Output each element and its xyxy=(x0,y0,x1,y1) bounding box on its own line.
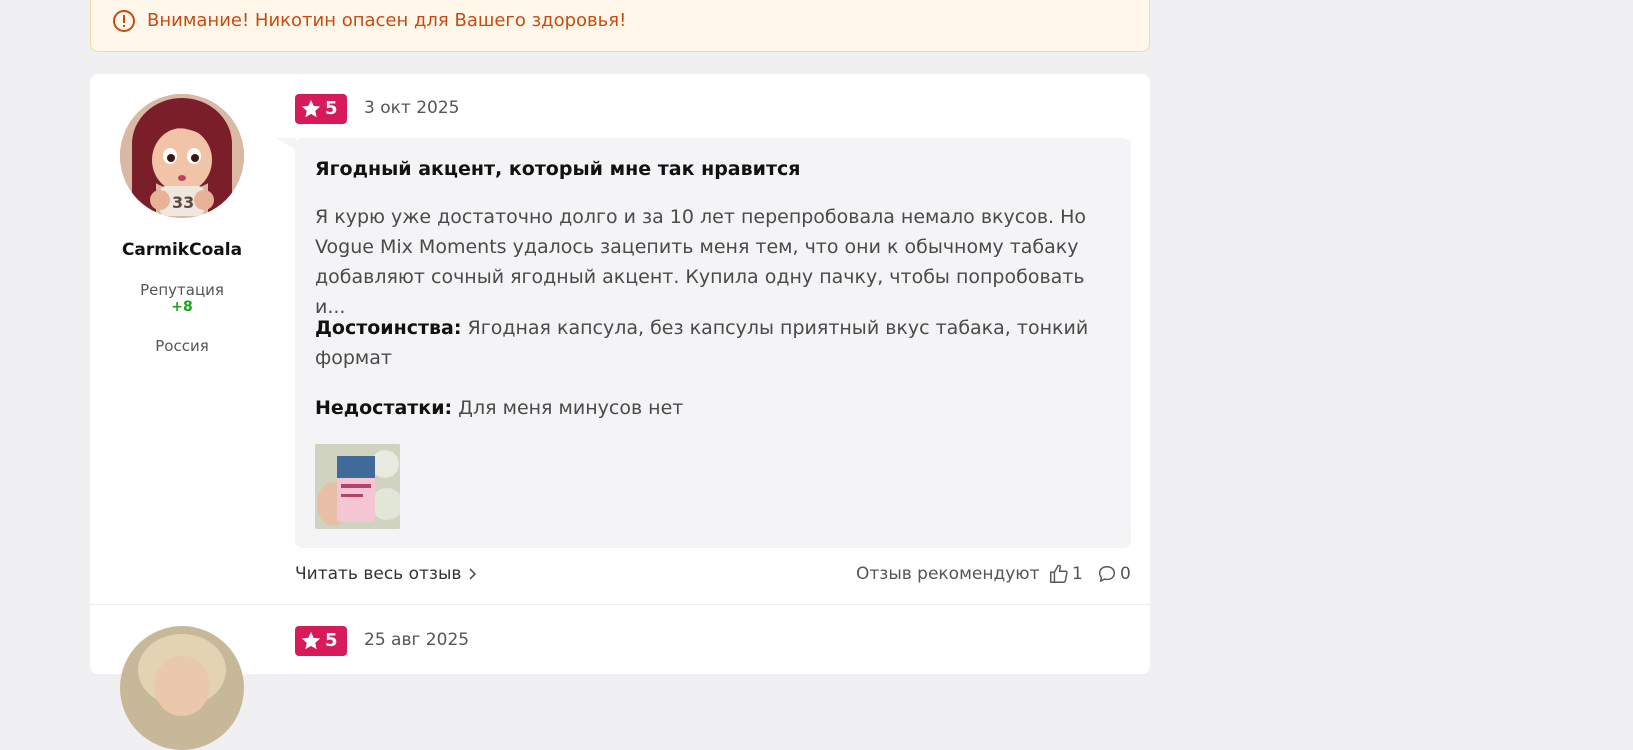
thumbs-up-icon[interactable] xyxy=(1048,563,1070,585)
pros-label: Достоинства: xyxy=(315,317,462,339)
review-pros: Достоинства: Ягодная капсула, без капсул… xyxy=(315,313,1105,373)
rating-badge: 5 xyxy=(295,626,347,656)
author-name[interactable]: CarmikCoala xyxy=(90,240,274,260)
author-country: Россия xyxy=(155,337,209,355)
review-date: 3 окт 2025 xyxy=(364,98,460,118)
read-full-review-link[interactable]: Читать весь отзыв xyxy=(295,564,477,584)
review-date: 25 авг 2025 xyxy=(364,630,470,650)
review-card: 33 CarmikCoala Репутация +8 Россия 5 3 о… xyxy=(90,74,1150,750)
review-title[interactable]: Ягодный акцент, который мне так нравится xyxy=(315,158,800,180)
comment-icon[interactable] xyxy=(1097,563,1117,585)
read-more-label: Читать весь отзыв xyxy=(295,564,462,584)
rating-value: 5 xyxy=(325,98,338,119)
rating-value: 5 xyxy=(325,630,338,651)
cons-label: Недостатки: xyxy=(315,397,453,419)
review-divider xyxy=(90,604,1150,605)
review-text: Я курю уже достаточно долго и за 10 лет … xyxy=(315,206,1087,318)
likes-count: 1 xyxy=(1072,564,1083,584)
review-photo-thumbnail[interactable] xyxy=(315,444,400,529)
recommend-label: Отзыв рекомендуют xyxy=(856,564,1040,584)
health-warning-banner: Внимание! Никотин опасен для Вашего здор… xyxy=(90,0,1150,52)
svg-text:33: 33 xyxy=(172,193,194,212)
bubble-tail xyxy=(276,138,296,150)
cons-text: Для меня минусов нет xyxy=(458,397,684,419)
review-cons: Недостатки: Для меня минусов нет xyxy=(315,393,1105,423)
review-body: Ягодный акцент, который мне так нравится… xyxy=(295,138,1131,548)
author-avatar[interactable]: 33 xyxy=(120,94,244,218)
star-icon xyxy=(301,99,321,118)
exclamation-circle-icon xyxy=(113,10,135,32)
author-avatar[interactable] xyxy=(120,626,244,750)
star-icon xyxy=(301,631,321,650)
rating-badge: 5 xyxy=(295,94,347,124)
reputation-value: +8 xyxy=(171,299,193,315)
comments-count: 0 xyxy=(1120,564,1131,584)
reputation-label: Репутация xyxy=(140,281,224,299)
warning-text: Внимание! Никотин опасен для Вашего здор… xyxy=(147,10,627,31)
chevron-right-icon xyxy=(469,568,477,580)
